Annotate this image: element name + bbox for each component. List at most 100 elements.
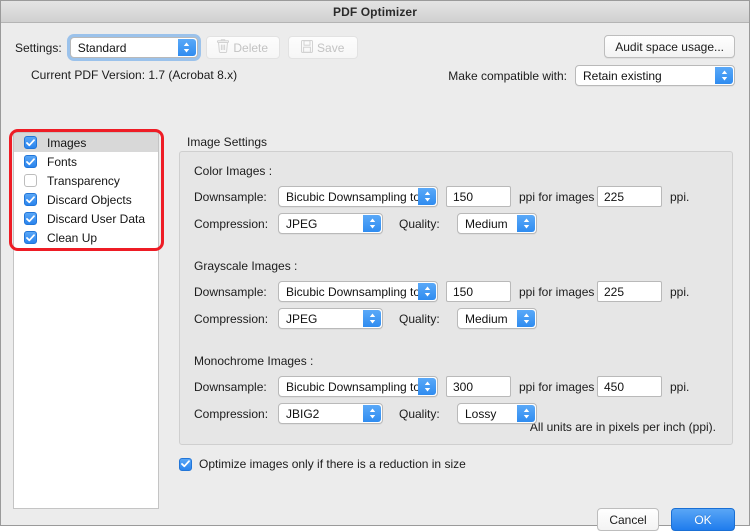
compression-value: JPEG (286, 216, 318, 231)
sidebar-item-checkbox[interactable] (24, 174, 37, 187)
quality-label: Quality: (399, 406, 440, 421)
compression-label: Compression: (194, 311, 269, 326)
ppi-suffix-label: ppi. (670, 284, 690, 299)
cancel-button[interactable]: Cancel (597, 508, 659, 531)
chevron-updown-icon (517, 310, 535, 327)
quality-select[interactable]: Medium (457, 308, 537, 329)
sidebar-item-label: Discard Objects (47, 192, 132, 207)
optimize-images-checkbox[interactable] (179, 457, 192, 471)
compression-select[interactable]: JPEG (278, 308, 383, 329)
above-ppi-input[interactable]: 450 (597, 376, 662, 397)
downsample-row: Downsample: Bicubic Downsampling to 150 ppi… (194, 186, 689, 207)
ppi-for-images-above-label: ppi for images above (519, 189, 631, 204)
sidebar-item-label: Clean Up (47, 230, 98, 245)
downsample-ppi-input[interactable]: 150 (446, 281, 511, 302)
above-ppi-input[interactable]: 225 (597, 186, 662, 207)
downsample-label: Downsample: (194, 189, 267, 204)
audit-space-usage-button[interactable]: Audit space usage... (604, 35, 735, 58)
sidebar-item[interactable]: Images (14, 133, 158, 152)
chevron-updown-icon (363, 310, 381, 327)
sidebar-item-checkbox[interactable] (24, 193, 37, 206)
make-compatible-select[interactable]: Retain existing (575, 65, 735, 86)
chevron-updown-icon (517, 405, 535, 422)
compression-row: Compression: JBIG2 Quality: Lossy (194, 403, 537, 424)
ppi-for-images-above-label: ppi for images above (519, 284, 631, 299)
compression-value: JBIG2 (286, 406, 320, 421)
pdf-optimizer-dialog: PDF Optimizer Settings: Standard Delete … (0, 0, 750, 531)
settings-preset-select[interactable]: Standard (69, 37, 198, 58)
compression-select[interactable]: JPEG (278, 213, 383, 234)
sidebar-item-checkbox[interactable] (24, 231, 37, 244)
sidebar-item[interactable]: Fonts (14, 152, 158, 171)
dialog-content: Settings: Standard Delete Save Audit spa… (1, 23, 749, 531)
chevron-updown-icon (177, 39, 196, 56)
optimizer-panel-list[interactable]: Images Fonts Transparency Discard Objects Di… (13, 132, 159, 509)
ppi-for-images-above-label: ppi for images above (519, 379, 631, 394)
downsample-method-select[interactable]: Bicubic Downsampling to (278, 281, 438, 302)
make-compatible-label: Make compatible with: (448, 68, 567, 83)
downsample-method-select[interactable]: Bicubic Downsampling to (278, 186, 438, 207)
ok-button-label: OK (694, 512, 712, 527)
downsample-ppi-value: 150 (453, 284, 474, 299)
window-titlebar: PDF Optimizer (1, 1, 749, 23)
window-title: PDF Optimizer (333, 4, 417, 19)
downsample-ppi-value: 150 (453, 189, 474, 204)
chevron-updown-icon (418, 378, 436, 395)
optimize-images-row[interactable]: Optimize images only if there is a reduc… (179, 457, 466, 471)
downsample-row: Downsample: Bicubic Downsampling to 150 ppi… (194, 281, 689, 302)
chevron-updown-icon (715, 67, 733, 84)
dialog-actions: Cancel OK (597, 508, 735, 531)
quality-select[interactable]: Medium (457, 213, 537, 234)
sidebar-item-label: Fonts (47, 154, 78, 169)
quality-label: Quality: (399, 311, 440, 326)
downsample-label: Downsample: (194, 284, 267, 299)
panel-title: Image Settings (187, 135, 268, 149)
chevron-updown-icon (517, 215, 535, 232)
downsample-row: Downsample: Bicubic Downsampling to 300 ppi… (194, 376, 689, 397)
downsample-method-value: Bicubic Downsampling to (286, 284, 421, 299)
compression-select[interactable]: JBIG2 (278, 403, 383, 424)
sidebar-item[interactable]: Discard User Data (14, 209, 158, 228)
ok-button[interactable]: OK (671, 508, 735, 531)
audit-button-label: Audit space usage... (615, 39, 724, 54)
cancel-button-label: Cancel (609, 512, 647, 527)
optimize-images-label: Optimize images only if there is a reduc… (199, 457, 466, 471)
image-section-title: Monochrome Images : (194, 354, 314, 368)
sidebar-item[interactable]: Clean Up (14, 228, 158, 247)
sidebar-item-label: Transparency (47, 173, 120, 188)
downsample-method-select[interactable]: Bicubic Downsampling to (278, 376, 438, 397)
quality-value: Lossy (465, 406, 497, 421)
above-ppi-input[interactable]: 225 (597, 281, 662, 302)
above-ppi-value: 225 (604, 189, 625, 204)
downsample-ppi-input[interactable]: 150 (446, 186, 511, 207)
sidebar-item-checkbox[interactable] (24, 136, 37, 149)
delete-button[interactable]: Delete (205, 36, 280, 59)
make-compatible-value: Retain existing (583, 68, 662, 83)
compression-label: Compression: (194, 216, 269, 231)
image-settings-panel: All units are in pixels per inch (ppi). … (179, 151, 733, 445)
downsample-ppi-input[interactable]: 300 (446, 376, 511, 397)
settings-row: Settings: Standard Delete Save (15, 36, 358, 59)
compression-value: JPEG (286, 311, 318, 326)
chevron-updown-icon (418, 188, 436, 205)
delete-button-label: Delete (233, 40, 269, 55)
image-section-title: Color Images : (194, 164, 273, 178)
quality-select[interactable]: Lossy (457, 403, 537, 424)
image-section-title: Grayscale Images : (194, 259, 298, 273)
quality-value: Medium (465, 311, 508, 326)
floppy-disk-icon (301, 39, 314, 56)
make-compatible-row: Make compatible with: Retain existing (448, 65, 735, 86)
trash-icon (217, 39, 230, 56)
sidebar-item[interactable]: Transparency (14, 171, 158, 190)
save-button[interactable]: Save (287, 36, 358, 59)
sidebar-item[interactable]: Discard Objects (14, 190, 158, 209)
save-button-label: Save (317, 40, 345, 55)
downsample-label: Downsample: (194, 379, 267, 394)
quality-label: Quality: (399, 216, 440, 231)
settings-label: Settings: (15, 40, 62, 55)
sidebar-item-checkbox[interactable] (24, 212, 37, 225)
downsample-method-value: Bicubic Downsampling to (286, 379, 421, 394)
sidebar-item-checkbox[interactable] (24, 155, 37, 168)
compression-row: Compression: JPEG Quality: Medium (194, 213, 537, 234)
current-pdf-version-text: Current PDF Version: 1.7 (Acrobat 8.x) (31, 68, 238, 82)
